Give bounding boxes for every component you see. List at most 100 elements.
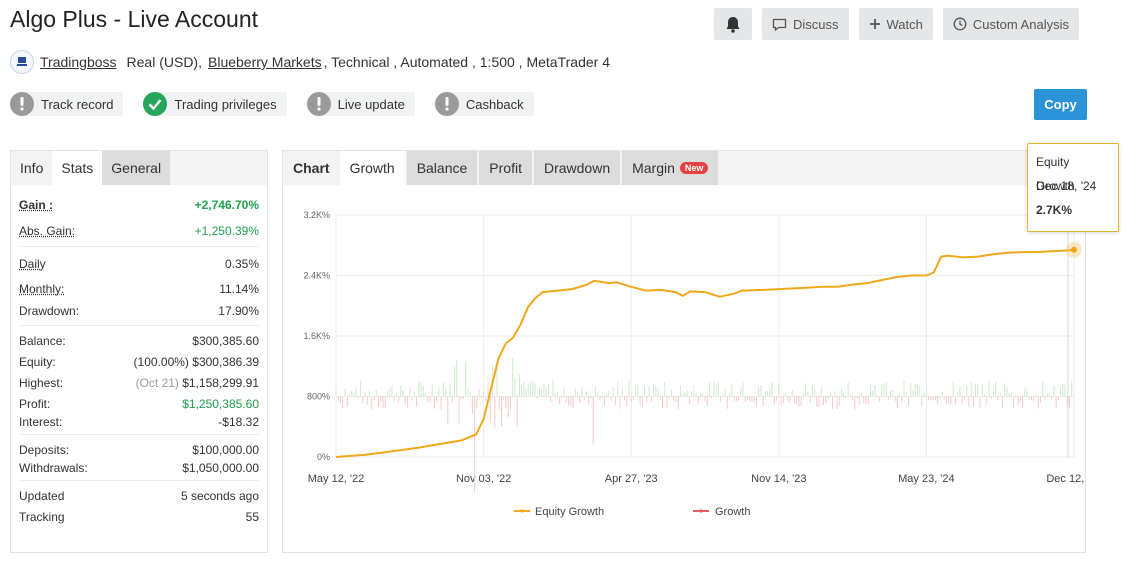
- equity-growth-line: [335, 248, 1075, 458]
- stat-value: $1,050,000.00: [182, 461, 259, 475]
- broker-link[interactable]: Blueberry Markets: [208, 54, 322, 70]
- custom-analysis-button[interactable]: Custom Analysis: [942, 8, 1079, 40]
- watch-label: Watch: [886, 16, 923, 32]
- stat-deposits: Deposits: $100,000.00: [19, 439, 259, 460]
- stat-value-group: (100.00%) $300,386.39: [134, 355, 259, 369]
- badge-label: Cashback: [465, 96, 524, 112]
- tooltip-series: Equity Growth: [1036, 155, 1075, 193]
- y-tick-label: 800%: [307, 392, 330, 402]
- stat-note: (Oct 21): [135, 375, 179, 390]
- x-tick-label: May 12, '22: [308, 473, 365, 485]
- check-icon: [143, 92, 168, 116]
- stat-value: $1,250,385.60: [182, 396, 259, 411]
- stats-panel: Info Stats General Gain : +2,746.70% Abs…: [10, 150, 268, 553]
- legend-growth-label: Growth: [715, 506, 750, 518]
- stat-label: Highest:: [19, 375, 64, 390]
- stat-label: Deposits:: [19, 442, 70, 457]
- stat-value: 5 seconds ago: [180, 488, 259, 503]
- tooltip-date: Dec 18, '24: [1036, 179, 1097, 193]
- comment-icon: [772, 18, 787, 31]
- stat-gain: Gain : +2,746.70%: [19, 190, 259, 219]
- bell-icon: [726, 16, 740, 33]
- stat-label: Interest:: [19, 415, 63, 429]
- clock-icon: [953, 17, 967, 31]
- stat-value: $300,385.60: [192, 333, 259, 348]
- tooltip-value: 2.7K%: [1036, 203, 1073, 217]
- hover-point: [1071, 246, 1077, 253]
- stat-label[interactable]: Monthly:: [19, 282, 64, 296]
- avatar[interactable]: [10, 50, 34, 74]
- discuss-button[interactable]: Discuss: [762, 8, 849, 40]
- stat-label: Tracking: [19, 509, 65, 524]
- custom-analysis-label: Custom Analysis: [972, 16, 1069, 32]
- chart-tooltip: Equity Growth Dec 18, '24 2.7K%: [1027, 143, 1119, 232]
- y-tick-label: 3.2K%: [303, 210, 330, 220]
- stat-label: Drawdown:: [19, 304, 80, 318]
- tab-stats[interactable]: Stats: [52, 151, 103, 185]
- growth-chart[interactable]: 0% 800% 1.6K% 2.4K% 3.2K% May 12, '22 Nov 03, …: [283, 151, 1087, 554]
- stat-value: +1,250.39%: [194, 223, 259, 238]
- exclamation-icon: [10, 92, 34, 116]
- stat-value: $300,386.39: [192, 354, 259, 369]
- stat-value: 55: [245, 509, 259, 524]
- x-tick-label: Nov 03, '22: [456, 473, 511, 485]
- exclamation-icon: [434, 92, 459, 116]
- tab-general[interactable]: General: [102, 151, 171, 185]
- stats-body: Gain : +2,746.70% Abs. Gain: +1,250.39% …: [11, 185, 267, 527]
- account-type: Real (USD),: [126, 54, 202, 70]
- badge-cashback[interactable]: Cashback: [434, 92, 534, 116]
- stat-label: Profit:: [19, 396, 51, 411]
- stat-value: $1,158,299.91: [182, 375, 259, 390]
- stat-tracking: Tracking 55: [19, 506, 259, 527]
- page-title: Algo Plus - Live Account: [10, 6, 259, 32]
- owner-link[interactable]: Tradingboss: [40, 54, 117, 70]
- badge-trading-privileges[interactable]: Trading privileges: [143, 92, 287, 116]
- badge-label: Track record: [41, 96, 114, 112]
- stat-label[interactable]: Daily: [19, 257, 46, 271]
- stat-label[interactable]: Gain :: [19, 198, 53, 212]
- stat-label: Balance:: [19, 333, 66, 348]
- stat-note: (100.00%): [133, 354, 189, 369]
- plus-icon: [869, 19, 880, 29]
- stats-tabs: Info Stats General: [11, 151, 267, 185]
- stat-monthly: Monthly: 11.14%: [19, 276, 259, 301]
- x-tick-label: Nov 14, '23: [751, 473, 806, 485]
- chart-panel: Chart Growth Balance Profit Drawdown Mar…: [282, 150, 1087, 554]
- stat-interest: Interest: -$18.32: [19, 414, 259, 435]
- stat-label: Updated: [19, 488, 65, 503]
- stat-value: +2,746.70%: [194, 197, 259, 212]
- badge-live-update[interactable]: Live update: [306, 92, 415, 116]
- stat-value: $100,000.00: [192, 442, 259, 457]
- stat-value-group: (Oct 21) $1,158,299.91: [136, 376, 259, 390]
- y-tick-label: 2.4K%: [303, 271, 330, 281]
- stat-label[interactable]: Abs. Gain:: [19, 224, 75, 238]
- stat-value: 17.90%: [218, 304, 259, 318]
- status-badges: Track record Trading privileges Live upd…: [10, 92, 534, 116]
- exclamation-icon: [306, 92, 331, 116]
- x-tick-label: Dec 12, '24: [1046, 473, 1087, 485]
- stat-value: 0.35%: [224, 256, 259, 271]
- stat-withdrawals: Withdrawals: $1,050,000.00: [19, 460, 259, 481]
- legend-equity-label: Equity Growth: [535, 506, 604, 518]
- watch-button[interactable]: Watch: [858, 8, 933, 40]
- top-actions: Discuss Watch Custom Analysis: [714, 8, 1079, 40]
- stat-equity: Equity: (100.00%) $300,386.39: [19, 351, 259, 372]
- legend-growth-marker: [699, 509, 703, 513]
- y-tick-label: 1.6K%: [303, 331, 330, 341]
- copy-button[interactable]: Copy: [1034, 89, 1087, 120]
- stat-highest: Highest: (Oct 21) $1,158,299.91: [19, 372, 259, 393]
- tab-info[interactable]: Info: [11, 151, 52, 185]
- badge-track-record[interactable]: Track record: [10, 92, 124, 116]
- notifications-button[interactable]: [714, 8, 752, 40]
- stat-balance: Balance: $300,385.60: [19, 330, 259, 351]
- stat-profit: Profit: $1,250,385.60: [19, 393, 259, 414]
- stat-value: 11.14%: [219, 281, 259, 296]
- stat-value: -$18.32: [218, 415, 259, 429]
- account-info: Tradingboss Real (USD), Blueberry Market…: [10, 50, 610, 74]
- stat-abs-gain: Abs. Gain: +1,250.39%: [19, 219, 259, 247]
- badge-label: Live update: [337, 96, 405, 112]
- stat-daily: Daily 0.35%: [19, 251, 259, 276]
- stat-label: Equity:: [19, 354, 56, 369]
- avatar-logo-icon: [17, 57, 27, 66]
- stat-updated: Updated 5 seconds ago: [19, 485, 259, 506]
